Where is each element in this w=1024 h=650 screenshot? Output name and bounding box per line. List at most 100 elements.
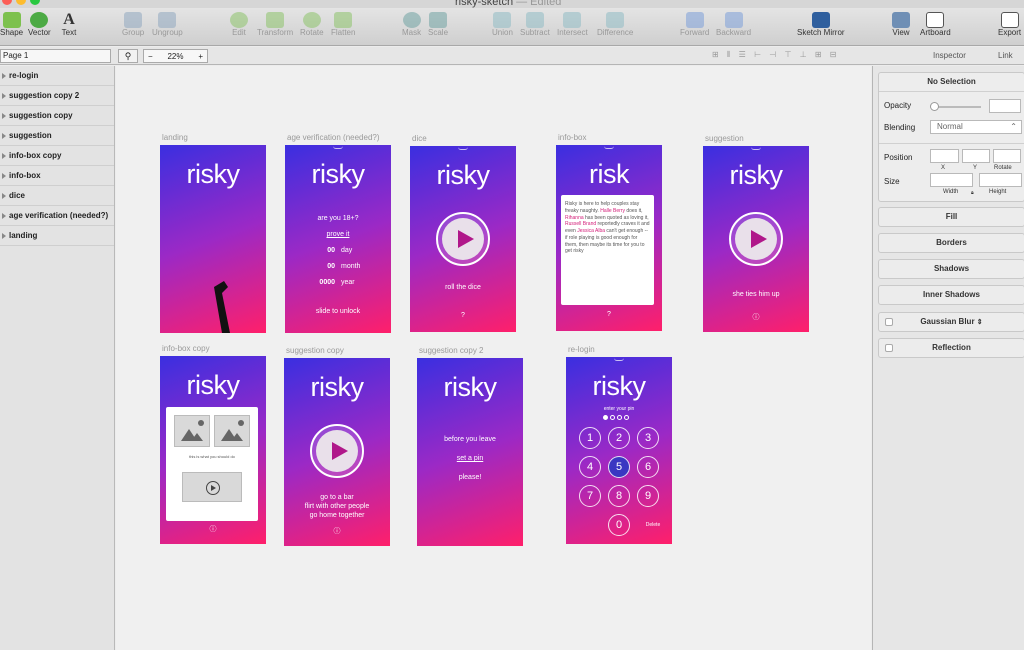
borders-section[interactable]: Borders xyxy=(878,233,1024,253)
height-input[interactable] xyxy=(979,173,1022,187)
keypad-key[interactable]: 7 xyxy=(579,485,601,507)
artboard-label[interactable]: dice xyxy=(412,134,427,143)
keypad-key[interactable]: 6 xyxy=(637,456,659,478)
ungroup-button[interactable]: Ungroup xyxy=(152,12,183,37)
info-icon[interactable]: ⓘ xyxy=(284,526,390,536)
rotate-button[interactable]: Rotate xyxy=(300,12,324,37)
artboard-label[interactable]: suggestion copy xyxy=(286,346,344,355)
artboard-landing[interactable]: landing risky xyxy=(160,133,266,333)
artboard-label[interactable]: re-login xyxy=(568,345,595,354)
mask-button[interactable]: Mask xyxy=(402,12,421,37)
artboard-label[interactable]: info-box copy xyxy=(162,344,210,353)
flatten-button[interactable]: Flatten xyxy=(331,12,355,37)
keypad-key[interactable]: 1 xyxy=(579,427,601,449)
year-field[interactable]: 0000 year xyxy=(315,279,375,286)
layer-item[interactable]: suggestion copy xyxy=(0,106,114,126)
prove-it-link[interactable]: prove it xyxy=(285,231,391,238)
zoom-in-button[interactable]: + xyxy=(198,52,203,61)
artboard-info-box[interactable]: info-box risk Risky is here to help coup… xyxy=(556,133,662,331)
blending-dropdown[interactable]: Normal ⌃ xyxy=(930,120,1022,134)
celebrity-link[interactable]: Jessica Alba xyxy=(577,228,605,234)
export-button[interactable]: Export xyxy=(998,12,1021,37)
backward-button[interactable]: Backward xyxy=(716,12,751,37)
page-selector[interactable]: Page 1 xyxy=(0,49,111,63)
keypad-key[interactable]: 8 xyxy=(608,485,630,507)
keypad-key[interactable]: 4 xyxy=(579,456,601,478)
sketch-mirror-button[interactable]: Sketch Mirror xyxy=(797,12,845,37)
artboard-info-box-copy[interactable]: info-box copy risky this is what you sho… xyxy=(160,344,266,544)
position-x-input[interactable] xyxy=(930,149,959,163)
keypad-key[interactable]: 2 xyxy=(608,427,630,449)
artboard-suggestion-copy-2[interactable]: suggestion copy 2 risky before you leave… xyxy=(417,346,523,546)
keypad-key-selected[interactable]: 5 xyxy=(608,456,630,478)
keypad-key[interactable]: 3 xyxy=(637,427,659,449)
layer-item[interactable]: info-box xyxy=(0,166,114,186)
layer-item[interactable]: suggestion xyxy=(0,126,114,146)
video-placeholder-icon[interactable] xyxy=(182,472,242,502)
celebrity-link[interactable]: Russell Brand xyxy=(565,221,596,227)
link-tab[interactable]: Link xyxy=(998,51,1013,60)
celebrity-link[interactable]: Halle Berry xyxy=(600,208,625,214)
artboard-dice[interactable]: dice risky roll the dice ? xyxy=(410,134,516,332)
layer-item[interactable]: suggestion copy 2 xyxy=(0,86,114,106)
blur-checkbox[interactable] xyxy=(885,318,893,326)
keypad-key[interactable]: 0 xyxy=(608,514,630,536)
layer-item[interactable]: re-login xyxy=(0,66,114,86)
difference-button[interactable]: Difference xyxy=(597,12,633,37)
artboard-label[interactable]: age verification (needed?) xyxy=(287,133,380,142)
inspector-tab[interactable]: Inspector xyxy=(933,51,966,60)
width-input[interactable] xyxy=(930,173,973,187)
layer-item[interactable]: info-box copy xyxy=(0,146,114,166)
artboard-label[interactable]: suggestion xyxy=(705,134,744,143)
inner-shadows-section[interactable]: Inner Shadows xyxy=(878,285,1024,305)
layer-item[interactable]: dice xyxy=(0,186,114,206)
day-field[interactable]: 00 day xyxy=(315,247,375,254)
vector-tool[interactable]: Vector xyxy=(28,12,51,37)
minimize-window-button[interactable] xyxy=(16,0,26,5)
canvas[interactable]: landing risky age verification (needed?)… xyxy=(116,66,871,650)
opacity-input[interactable] xyxy=(989,99,1021,113)
artboard-label[interactable]: info-box xyxy=(558,133,586,142)
slide-to-unlock[interactable]: slide to unlock xyxy=(285,308,391,315)
reflection-checkbox[interactable] xyxy=(885,344,893,352)
view-button[interactable]: View xyxy=(892,12,910,37)
zoom-window-button[interactable] xyxy=(30,0,40,5)
keypad-key[interactable]: 9 xyxy=(637,485,659,507)
shadows-section[interactable]: Shadows xyxy=(878,259,1024,279)
shape-tool[interactable]: Shape xyxy=(0,12,23,37)
info-icon[interactable]: ⓘ xyxy=(160,524,266,534)
layer-item[interactable]: age verification (needed?) xyxy=(0,206,114,226)
artboard-re-login[interactable]: re-login risky enter your pin 1 2 3 4 5 … xyxy=(566,345,672,544)
text-tool[interactable]: A Text xyxy=(60,12,78,38)
artboard-button[interactable]: Artboard xyxy=(920,12,951,37)
artboard-suggestion[interactable]: suggestion risky she ties him up ⓘ xyxy=(703,134,809,332)
play-button[interactable] xyxy=(310,424,364,478)
group-button[interactable]: Group xyxy=(122,12,144,37)
info-icon[interactable]: ⓘ xyxy=(703,312,809,322)
forward-button[interactable]: Forward xyxy=(680,12,709,37)
subtract-button[interactable]: Subtract xyxy=(520,12,550,37)
union-button[interactable]: Union xyxy=(492,12,513,37)
artboard-label[interactable]: landing xyxy=(162,133,188,142)
gaussian-blur-section[interactable]: Gaussian Blur ⇕ xyxy=(878,312,1024,332)
stepper-icon[interactable]: ⇕ xyxy=(977,319,983,326)
close-window-button[interactable] xyxy=(2,0,12,5)
intersect-button[interactable]: Intersect xyxy=(557,12,588,37)
position-y-input[interactable] xyxy=(962,149,990,163)
help-icon[interactable]: ? xyxy=(410,312,516,319)
transform-button[interactable]: Transform xyxy=(257,12,293,37)
reflection-section[interactable]: Reflection xyxy=(878,338,1024,358)
play-button[interactable] xyxy=(729,212,783,266)
delete-button[interactable]: Delete xyxy=(641,522,665,528)
edit-button[interactable]: Edit xyxy=(230,12,248,37)
celebrity-link[interactable]: Rihanna xyxy=(565,215,584,221)
artboard-suggestion-copy[interactable]: suggestion copy risky go to a bar flirt … xyxy=(284,346,390,546)
play-button[interactable] xyxy=(436,212,490,266)
scale-button[interactable]: Scale xyxy=(428,12,448,37)
rotate-input[interactable] xyxy=(993,149,1021,163)
layer-item[interactable]: landing xyxy=(0,226,114,246)
zoom-out-button[interactable]: − xyxy=(148,52,153,61)
artboard-age-verification[interactable]: age verification (needed?) risky are you… xyxy=(285,133,391,333)
search-icon[interactable]: ⚲ xyxy=(118,49,138,63)
help-icon[interactable]: ? xyxy=(556,311,662,318)
